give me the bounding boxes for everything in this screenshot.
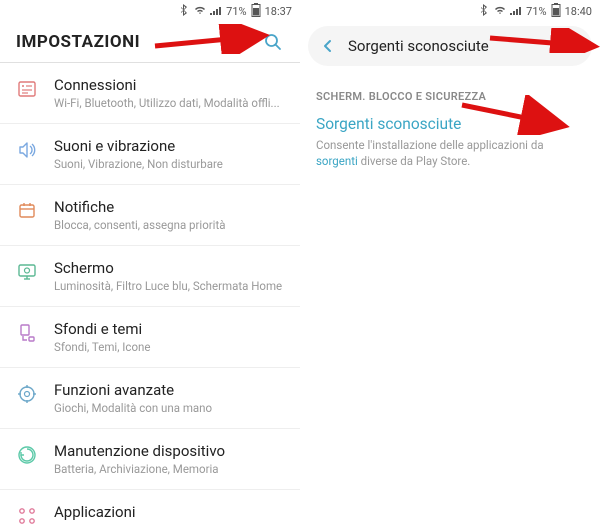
item-subtitle: Wi-Fi, Bluetooth, Utilizzo dati, Modalit… (54, 96, 284, 110)
time-text: 18:40 (565, 5, 592, 18)
item-title: Schermo (54, 259, 284, 277)
result-title: Sorgenti sconosciute (316, 115, 584, 133)
maintenance-icon (16, 444, 38, 466)
notifications-icon (16, 200, 38, 222)
battery-text: 71% (226, 5, 246, 18)
section-header: SCHERM. BLOCCO E SICUREZZA (300, 74, 600, 111)
item-subtitle: Suoni, Vibrazione, Non disturbare (54, 157, 284, 171)
battery-text: 71% (526, 5, 546, 18)
battery-icon (551, 3, 561, 20)
settings-item[interactable]: Connessioni Wi-Fi, Bluetooth, Utilizzo da… (0, 63, 300, 124)
bluetooth-icon (180, 4, 190, 19)
wallpaper-icon (16, 322, 38, 344)
search-icon (263, 32, 283, 52)
item-title: Suoni e vibrazione (54, 137, 284, 155)
settings-item[interactable]: Suoni e vibrazione Suoni, Vibrazione, Non… (0, 124, 300, 185)
settings-screen: 71% 18:37 IMPOSTAZIONI Connessioni Wi-Fi,… (0, 0, 300, 524)
settings-item[interactable]: Notifiche Blocca, consenti, assegna prior… (0, 185, 300, 246)
bluetooth-icon (480, 4, 490, 19)
item-title: Sfondi e temi (54, 320, 284, 338)
item-title: Manutenzione dispositivo (54, 442, 284, 460)
connections-icon (16, 78, 38, 100)
settings-item[interactable]: Manutenzione dispositivo Batteria, Archiv… (0, 429, 300, 490)
signal-icon (210, 5, 222, 18)
settings-item[interactable]: Sfondi e temi Sfondi, Temi, Icone (0, 307, 300, 368)
signal-icon (510, 5, 522, 18)
search-button[interactable] (262, 31, 284, 53)
item-subtitle: Luminosità, Filtro Luce blu, Schermata H… (54, 279, 284, 293)
item-subtitle: Giochi, Modalità con una mano (54, 401, 284, 415)
apps-icon (16, 505, 38, 524)
wifi-icon (494, 5, 506, 18)
clear-button[interactable] (562, 36, 582, 56)
item-title: Connessioni (54, 76, 284, 94)
item-title: Applicazioni (54, 503, 284, 521)
sound-icon (16, 139, 38, 161)
search-result[interactable]: Sorgenti sconosciute Consente l'installa… (300, 111, 600, 185)
settings-item[interactable]: Schermo Luminosità, Filtro Luce blu, Sche… (0, 246, 300, 307)
settings-item[interactable]: ApplicazioniApplicazioni predefinite, Au… (0, 490, 300, 524)
search-bar: Sorgenti sconosciute (308, 26, 592, 66)
back-button[interactable] (318, 36, 338, 56)
page-title: IMPOSTAZIONI (16, 32, 140, 52)
search-input[interactable]: Sorgenti sconosciute (348, 37, 552, 55)
item-title: Funzioni avanzate (54, 381, 284, 399)
result-subtitle: Consente l'installazione delle applicazi… (316, 137, 584, 169)
battery-icon (251, 3, 261, 20)
advanced-icon (16, 383, 38, 405)
settings-item[interactable]: Funzioni avanzate Giochi, Modalità con un… (0, 368, 300, 429)
display-icon (16, 261, 38, 283)
item-subtitle: Sfondi, Temi, Icone (54, 340, 284, 354)
settings-list: Connessioni Wi-Fi, Bluetooth, Utilizzo da… (0, 63, 300, 524)
item-title: Notifiche (54, 198, 284, 216)
status-bar: 71% 18:40 (300, 0, 600, 22)
item-subtitle: Blocca, consenti, assegna priorità (54, 218, 284, 232)
status-bar: 71% 18:37 (0, 0, 300, 22)
time-text: 18:37 (265, 5, 292, 18)
item-subtitle: Batteria, Archiviazione, Memoria (54, 462, 284, 476)
close-icon (565, 39, 579, 53)
chevron-left-icon (321, 39, 335, 53)
wifi-icon (194, 5, 206, 18)
settings-header: IMPOSTAZIONI (0, 22, 300, 62)
search-screen: 71% 18:40 Sorgenti sconosciute SCHERM. B… (300, 0, 600, 524)
